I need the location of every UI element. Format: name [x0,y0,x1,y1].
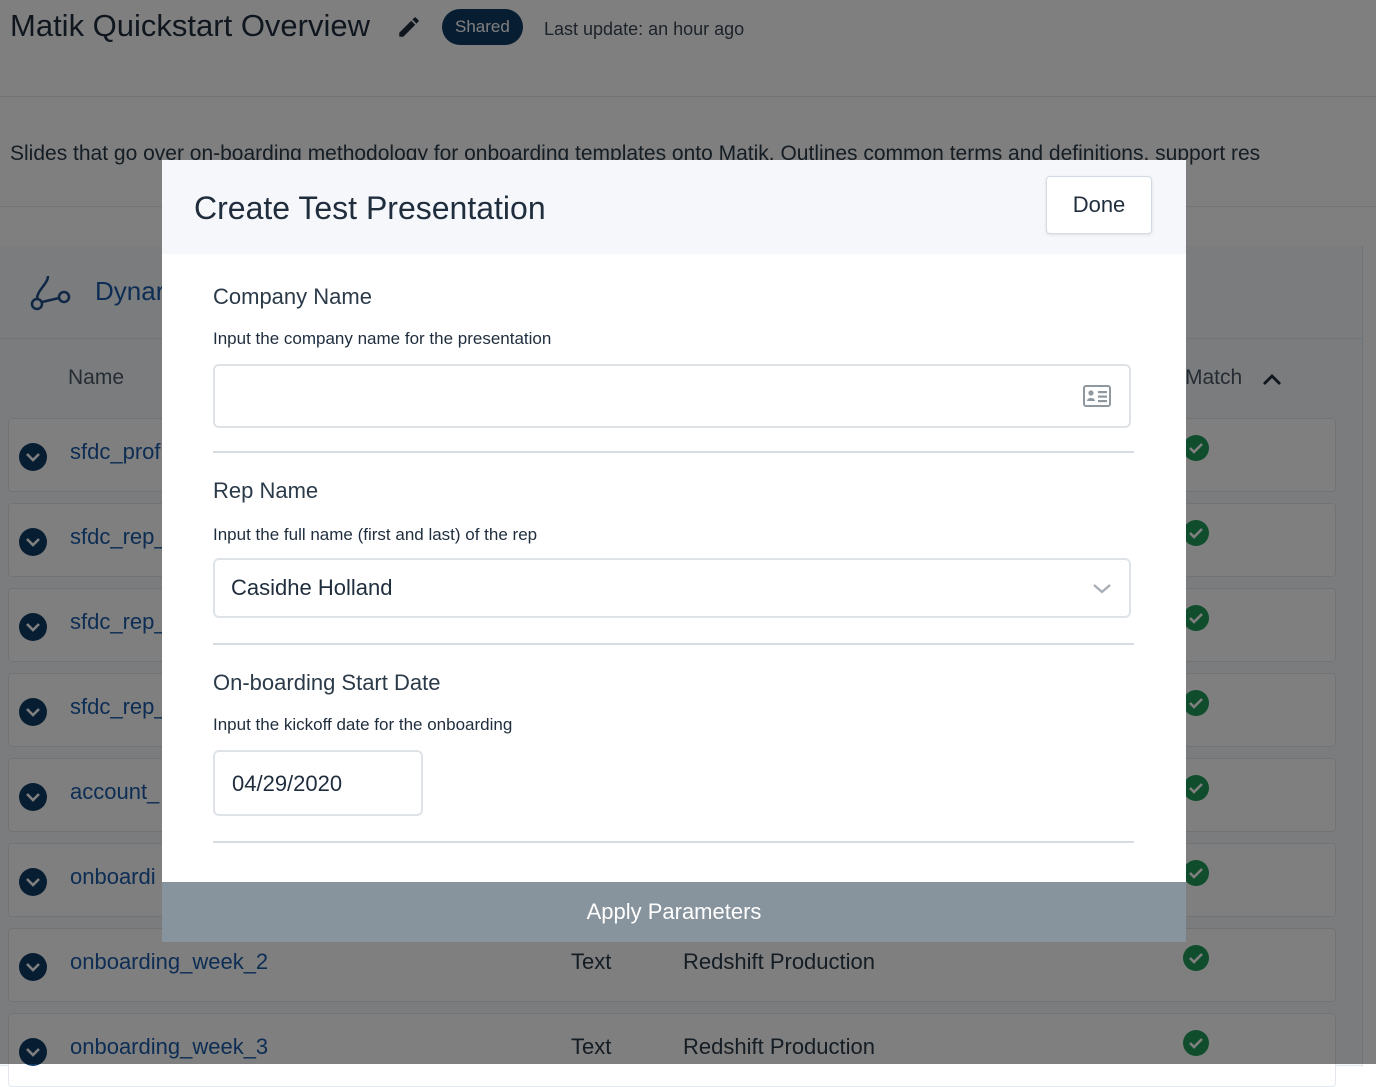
done-button[interactable]: Done [1046,176,1152,234]
rep-name-value: Casidhe Holland [231,575,393,600]
modal-title: Create Test Presentation [194,190,546,226]
field-divider [213,451,1134,453]
company-name-help: Input the company name for the presentat… [213,329,552,348]
field-divider [213,841,1134,843]
start-date-label: On-boarding Start Date [213,670,441,695]
chevron-down-icon [1093,584,1111,594]
contact-card-icon [1083,385,1111,407]
start-date-input[interactable]: 04/29/2020 [213,750,423,816]
rep-name-label: Rep Name [213,478,319,503]
start-date-help: Input the kickoff date for the onboardin… [213,715,513,734]
company-name-input[interactable] [213,364,1131,428]
start-date-value: 04/29/2020 [232,771,343,796]
modal-header: Create Test Presentation Done [162,160,1186,254]
company-name-label: Company Name [213,284,372,309]
rep-name-select[interactable]: Casidhe Holland [213,558,1131,618]
create-test-presentation-modal: Create Test Presentation Done Company Na… [162,160,1186,942]
field-divider [213,643,1134,645]
apply-parameters-button[interactable]: Apply Parameters [162,882,1186,942]
rep-name-help: Input the full name (first and last) of … [213,525,538,544]
